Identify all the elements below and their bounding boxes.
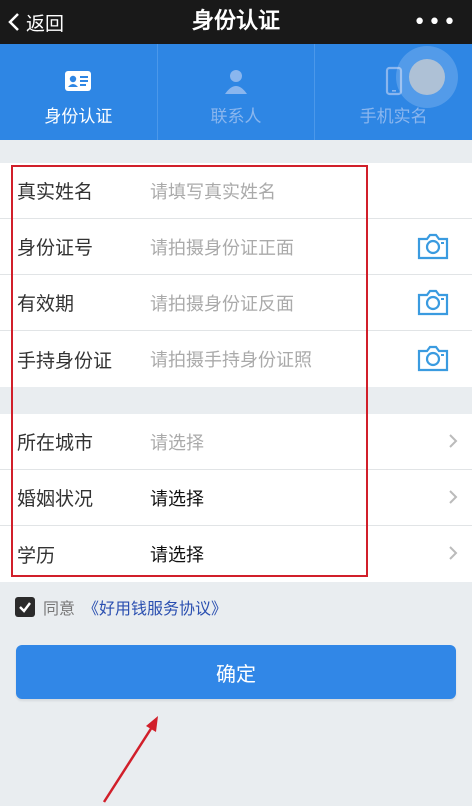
- field-label: 婚姻状况: [17, 488, 94, 510]
- agreement-row: 同意 《好用钱服务协议》: [15, 595, 227, 619]
- id-front-photo-field[interactable]: 请拍摄身份证正面: [150, 234, 294, 260]
- handheld-id-photo-field[interactable]: 请拍摄手持身份证照: [150, 346, 312, 372]
- education-select[interactable]: 请选择: [150, 541, 204, 567]
- nav-bar: 返回 身份认证 •••: [0, 0, 472, 44]
- floating-assistive-ball[interactable]: [396, 46, 458, 108]
- handheld-id-row[interactable]: 手持身份证 请拍摄手持身份证照: [0, 331, 472, 387]
- chevron-right-icon: [449, 434, 458, 448]
- tab-contacts[interactable]: 联系人: [158, 44, 316, 140]
- confirm-button[interactable]: 确定: [16, 645, 456, 699]
- chevron-right-icon: [449, 546, 458, 560]
- personal-info-form: 所在城市 请选择 婚姻状况 请选择 学历 请选择: [0, 414, 472, 582]
- field-label: 有效期: [17, 293, 75, 315]
- person-icon: [225, 70, 247, 94]
- camera-icon[interactable]: [416, 287, 450, 317]
- field-label: 手持身份证: [17, 349, 113, 372]
- marital-status-select[interactable]: 请选择: [150, 485, 204, 511]
- camera-icon[interactable]: [416, 343, 450, 373]
- identity-form: 真实姓名 请填写真实姓名 身份证号 请拍摄身份证正面 有效期 请拍摄身份证反面 …: [0, 163, 472, 387]
- annotation-arrow-icon: [102, 716, 158, 803]
- field-label: 身份证号: [17, 237, 94, 259]
- real-name-input[interactable]: 请填写真实姓名: [150, 178, 276, 204]
- field-label: 所在城市: [17, 432, 94, 454]
- field-label: 学历: [17, 544, 56, 567]
- city-select[interactable]: 请选择: [150, 429, 204, 455]
- id-card-icon: [65, 71, 92, 91]
- page-title: 身份认证: [191, 9, 280, 34]
- field-label: 真实姓名: [17, 181, 94, 203]
- agreement-text: 同意: [43, 599, 76, 618]
- tab-label: 身份认证: [44, 107, 113, 127]
- agreement-link[interactable]: 《好用钱服务协议》: [83, 595, 227, 619]
- city-row[interactable]: 所在城市 请选择: [0, 414, 472, 470]
- camera-icon[interactable]: [416, 231, 450, 261]
- real-name-row[interactable]: 真实姓名 请填写真实姓名: [0, 163, 472, 219]
- validity-row[interactable]: 有效期 请拍摄身份证反面: [0, 275, 472, 331]
- agreement-checkbox[interactable]: [15, 597, 35, 617]
- chevron-right-icon: [449, 490, 458, 504]
- id-number-row[interactable]: 身份证号 请拍摄身份证正面: [0, 219, 472, 275]
- tab-label: 联系人: [210, 107, 262, 127]
- more-menu-button[interactable]: •••: [413, 10, 458, 35]
- marital-status-row[interactable]: 婚姻状况 请选择: [0, 470, 472, 526]
- checkmark-icon: [19, 602, 31, 613]
- tab-identity[interactable]: 身份认证: [0, 44, 158, 140]
- id-back-photo-field[interactable]: 请拍摄身份证反面: [150, 290, 294, 316]
- education-row[interactable]: 学历 请选择: [0, 526, 472, 582]
